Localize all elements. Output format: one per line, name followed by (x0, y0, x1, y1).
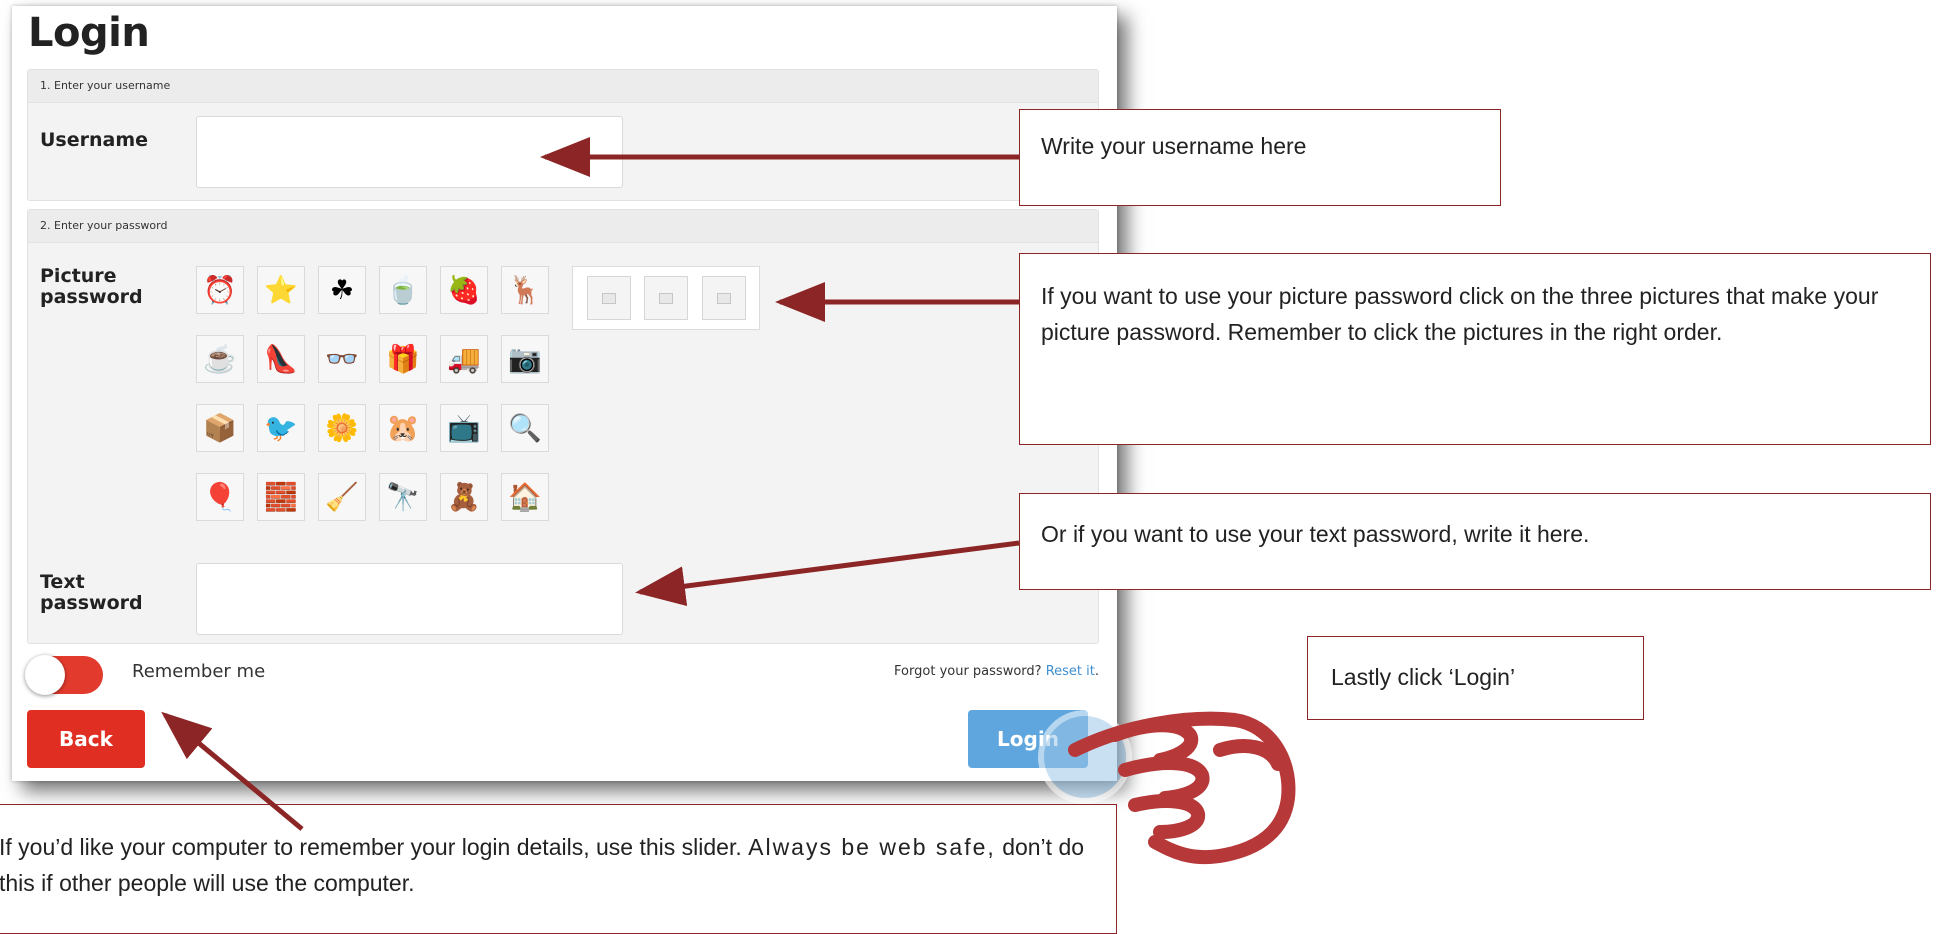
callout-login: Lastly click ‘Login’ (1307, 636, 1644, 720)
picture-option-1[interactable]: ⏰ (196, 266, 244, 314)
username-label: Username (40, 129, 149, 151)
page-title: Login (28, 10, 150, 56)
picture-option-24[interactable]: 🏠 (501, 473, 549, 521)
callout-login-text: Lastly click ‘Login’ (1331, 664, 1516, 690)
username-section: 1. Enter your username Username (27, 69, 1099, 201)
image-placeholder-icon (716, 292, 731, 304)
picture-password-label: Picture password (40, 265, 143, 308)
picture-option-8[interactable]: 👠 (257, 335, 305, 383)
text-password-label: Text password (40, 571, 143, 614)
picture-option-10[interactable]: 🎁 (379, 335, 427, 383)
picture-option-22[interactable]: 🔭 (379, 473, 427, 521)
callout-text-password-text: Or if you want to use your text password… (1041, 521, 1590, 547)
callout-text-password: Or if you want to use your text password… (1019, 493, 1931, 590)
picture-slot (644, 276, 688, 320)
callout-remember-text-1: If you’d like your computer to remember … (0, 834, 742, 860)
picture-option-13[interactable]: 📦 (196, 404, 244, 452)
picture-option-11[interactable]: 🚚 (440, 335, 488, 383)
picture-option-6[interactable]: 🦌 (501, 266, 549, 314)
picture-option-23[interactable]: 🧸 (440, 473, 488, 521)
selected-pictures (572, 266, 760, 330)
forgot-password-suffix: . (1094, 664, 1099, 679)
text-password-input[interactable] (196, 563, 623, 635)
step1-heading: 1. Enter your username (28, 70, 1098, 103)
picture-slot (701, 276, 746, 320)
username-input[interactable] (196, 116, 623, 188)
remember-me-toggle[interactable] (25, 655, 103, 695)
callout-username-text: Write your username here (1041, 133, 1307, 159)
picture-option-17[interactable]: 📺 (440, 404, 488, 452)
pointing-hand-icon (1038, 710, 1296, 865)
picture-option-2[interactable]: ⭐ (257, 266, 305, 314)
picture-option-12[interactable]: 📷 (501, 335, 549, 383)
callout-picture-text: If you want to use your picture password… (1041, 283, 1879, 345)
picture-option-16[interactable]: 🐹 (379, 404, 427, 452)
forgot-password-text: Forgot your password? Reset it. (894, 664, 1099, 679)
picture-option-14[interactable]: 🐦 (257, 404, 305, 452)
callout-picture-password: If you want to use your picture password… (1019, 253, 1931, 445)
picture-option-7[interactable]: ☕ (196, 335, 244, 383)
callout-remember-text-2: Always be web safe, (748, 834, 996, 860)
reset-password-link[interactable]: Reset it (1046, 664, 1095, 679)
remember-me-label: Remember me (132, 661, 266, 682)
picture-option-19[interactable]: 🎈 (196, 473, 244, 521)
picture-option-9[interactable]: 👓 (318, 335, 366, 383)
image-placeholder-icon (659, 292, 673, 304)
login-panel: Login 1. Enter your username Username 2.… (12, 6, 1117, 781)
back-button[interactable]: Back (27, 710, 145, 768)
picture-option-4[interactable]: 🍵 (379, 266, 427, 314)
picture-slot (586, 276, 631, 320)
picture-option-18[interactable]: 🔍 (501, 404, 549, 452)
click-ring (1038, 710, 1132, 804)
toggle-knob (25, 655, 65, 695)
picture-option-20[interactable]: 🧱 (257, 473, 305, 521)
step2-heading: 2. Enter your password (28, 210, 1098, 243)
image-placeholder-icon (601, 292, 616, 304)
picture-option-15[interactable]: 🌼 (318, 404, 366, 452)
forgot-password-label: Forgot your password? (894, 664, 1042, 679)
picture-option-5[interactable]: 🍓 (440, 266, 488, 314)
password-section: 2. Enter your password Picture password … (27, 209, 1099, 644)
picture-option-21[interactable]: 🧹 (318, 473, 366, 521)
picture-option-3[interactable]: ☘ (318, 266, 366, 314)
callout-username: Write your username here (1019, 109, 1501, 206)
picture-grid: ⏰ ⭐ ☘ 🍵 🍓 🦌 ☕ 👠 👓 🎁 🚚 📷 📦 🐦 🌼 🐹 📺 🔍 🎈 🧱 🧹 🔭 🧸 🏠 (196, 266, 549, 521)
callout-remember-me: If you’d like your computer to remember … (0, 804, 1117, 934)
